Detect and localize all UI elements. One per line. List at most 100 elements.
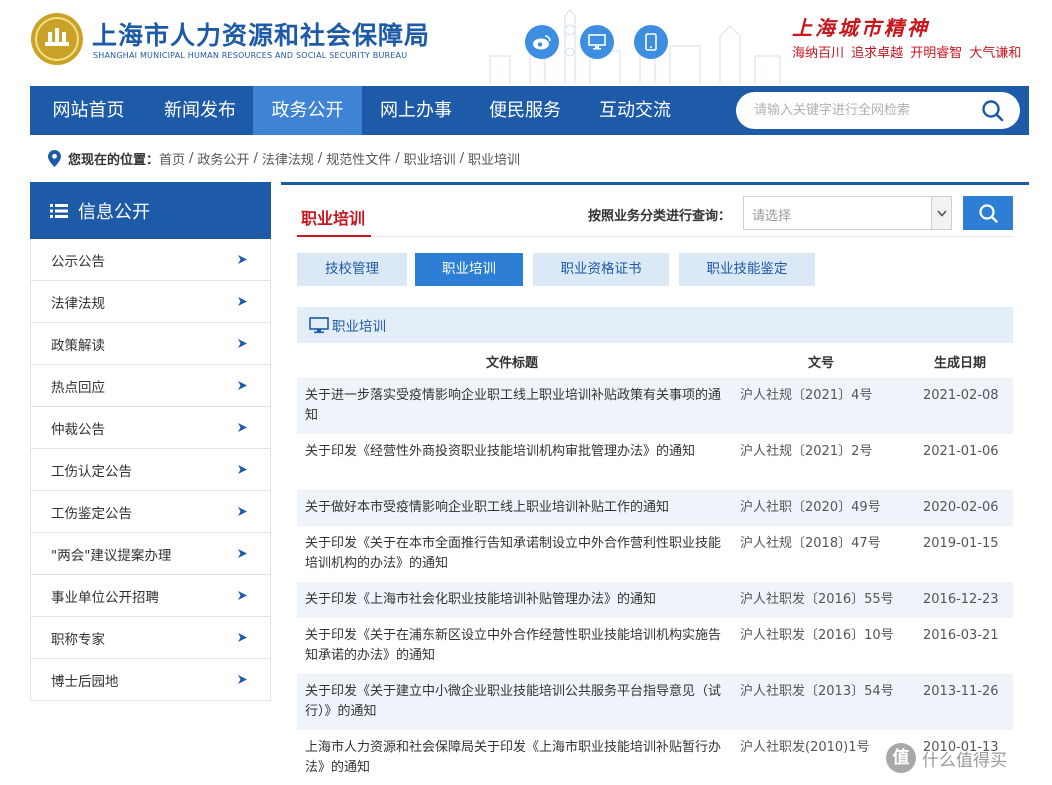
tab-school-management[interactable]: 技校管理: [297, 253, 407, 286]
sidebar-header: 信息公开: [30, 182, 271, 239]
sidebar-item-title-experts[interactable]: 职称专家: [30, 617, 271, 659]
document-date: 2016-12-23: [923, 592, 999, 607]
monitor-icon: [309, 316, 329, 333]
tab-skill-appraisal[interactable]: 职业技能鉴定: [679, 253, 815, 286]
sidebar-item-label: 工伤认定公告: [51, 463, 132, 480]
sidebar-item-hot-responses[interactable]: 热点回应: [30, 365, 271, 407]
document-date: 2020-02-06: [923, 500, 999, 515]
document-date: 2016-03-21: [923, 628, 999, 643]
breadcrumb-vocational-training[interactable]: 职业培训: [404, 149, 456, 168]
sidebar-item-label: 法律法规: [51, 295, 105, 312]
sidebar-item-label: 公示公告: [51, 253, 105, 270]
table-row[interactable]: 关于印发《关于在本市全面推行告知承诺制设立中外合作营利性职业技能培训机构的办法》…: [297, 526, 1013, 582]
location-pin-icon: [48, 149, 61, 167]
arrow-right-icon: [238, 633, 247, 642]
breadcrumb-normative-docs[interactable]: 规范性文件: [326, 149, 391, 168]
sidebar-item-injury-recognition[interactable]: 工伤认定公告: [30, 449, 271, 491]
sidebar: 信息公开 公示公告 法律法规 政策解读 热点回应 仲裁公告 工伤认定公告 工伤鉴…: [30, 182, 271, 701]
table-row[interactable]: 关于做好本市受疫情影响企业职工线上职业培训补贴工作的通知 沪人社职〔2020〕4…: [297, 490, 1013, 526]
main-content: 职业培训 按照业务分类进行查询： 请选择 技校管理 职业培训 职业资格证书 职业…: [281, 182, 1029, 785]
filter-search-button[interactable]: [963, 196, 1013, 230]
column-header-number: 文号: [808, 356, 835, 371]
site-title[interactable]: 上海市人力资源和社会保障局: [92, 16, 430, 52]
search-input[interactable]: [754, 100, 974, 121]
sidebar-item-label: 博士后园地: [51, 673, 119, 690]
section-header: 职业培训: [297, 307, 1013, 343]
sidebar-item-recruitment[interactable]: 事业单位公开招聘: [30, 575, 271, 617]
sidebar-item-two-sessions[interactable]: "两会"建议提案办理: [30, 533, 271, 575]
site-title-en: SHANGHAI MUNICIPAL HUMAN RESOURCES AND S…: [93, 51, 408, 60]
table-row[interactable]: 关于印发《关于建立中小微企业职业技能培训公共服务平台指导意见（试行）》的通知 沪…: [297, 674, 1013, 730]
document-title-link[interactable]: 关于印发《关于在浦东新区设立中外合作经营性职业技能培训机构实施告知承诺的办法》的…: [305, 626, 723, 666]
sidebar-item-arbitration[interactable]: 仲裁公告: [30, 407, 271, 449]
nav-interaction[interactable]: 互动交流: [580, 86, 690, 135]
sidebar-item-laws[interactable]: 法律法规: [30, 281, 271, 323]
breadcrumb-government-affairs[interactable]: 政务公开: [197, 149, 249, 168]
sidebar-item-label: 热点回应: [51, 379, 105, 396]
column-header-title: 文件标题: [486, 356, 539, 371]
weibo-icon[interactable]: [525, 25, 559, 59]
category-select[interactable]: 请选择: [743, 196, 952, 230]
chevron-down-icon[interactable]: [931, 197, 951, 229]
document-date: 2021-01-06: [923, 444, 999, 459]
breadcrumb-laws[interactable]: 法律法规: [262, 149, 314, 168]
arrow-right-icon: [238, 423, 247, 432]
document-number: 沪人社职〔2020〕49号: [740, 500, 881, 515]
arrow-right-icon: [238, 339, 247, 348]
document-title-link[interactable]: 上海市人力资源和社会保障局关于印发《上海市职业技能培训补贴暂行办法》的通知: [305, 738, 723, 778]
title-underline: [297, 235, 371, 237]
tab-vocational-training[interactable]: 职业培训: [415, 253, 523, 286]
nav-news[interactable]: 新闻发布: [147, 86, 253, 135]
nav-online-services[interactable]: 网上办事: [362, 86, 470, 135]
slogan-title: 上海城市精神: [792, 16, 930, 40]
sidebar-item-label: 政策解读: [51, 337, 105, 354]
site-search: [736, 92, 1020, 129]
document-title-link[interactable]: 关于做好本市受疫情影响企业职工线上职业培训补贴工作的通知: [305, 498, 723, 518]
breadcrumb-label: 您现在的位置：: [68, 152, 160, 168]
sidebar-item-policy-interpretation[interactable]: 政策解读: [30, 323, 271, 365]
document-title-link[interactable]: 关于印发《经营性外商投资职业技能培训机构审批管理办法》的通知: [305, 442, 723, 462]
page-title: 职业培训: [301, 209, 366, 228]
sidebar-item-label: 工伤鉴定公告: [51, 505, 132, 522]
sidebar-item-postdoc[interactable]: 博士后园地: [30, 659, 271, 701]
breadcrumb: 您现在的位置： 首页 / 政务公开 / 法律法规 / 规范性文件 / 职业培训 / 职业培…: [48, 148, 520, 168]
category-select-value: 请选择: [752, 209, 792, 224]
nav-home[interactable]: 网站首页: [30, 86, 147, 135]
menu-list-icon: [50, 203, 68, 218]
document-number: 沪人社规〔2021〕4号: [740, 388, 873, 403]
document-title-link[interactable]: 关于印发《上海市社会化职业技能培训补贴管理办法》的通知: [305, 590, 723, 610]
arrow-right-icon: [238, 255, 247, 264]
search-icon[interactable]: [980, 98, 1006, 124]
table-row[interactable]: 关于印发《关于在浦东新区设立中外合作经营性职业技能培训机构实施告知承诺的办法》的…: [297, 618, 1013, 674]
arrow-right-icon: [238, 675, 247, 684]
table-row[interactable]: 关于印发《上海市社会化职业技能培训补贴管理办法》的通知 沪人社职发〔2016〕5…: [297, 582, 1013, 618]
document-number: 沪人社职发〔2016〕10号: [740, 628, 894, 643]
breadcrumb-current[interactable]: 职业培训: [468, 149, 520, 168]
watermark-text: 什么值得买: [922, 751, 1007, 771]
sidebar-item-announcements[interactable]: 公示公告: [30, 239, 271, 281]
breadcrumb-home[interactable]: 首页: [159, 149, 185, 168]
nav-public-services[interactable]: 便民服务: [470, 86, 580, 135]
watermark-badge: 值: [886, 743, 916, 773]
document-title-link[interactable]: 关于印发《关于建立中小微企业职业技能培训公共服务平台指导意见（试行）》的通知: [305, 682, 723, 722]
table-row[interactable]: 关于印发《经营性外商投资职业技能培训机构审批管理办法》的通知 沪人社规〔2021…: [297, 434, 1013, 490]
mobile-icon[interactable]: [634, 25, 668, 59]
sidebar-item-injury-appraisal[interactable]: 工伤鉴定公告: [30, 491, 271, 533]
document-title-link[interactable]: 关于进一步落实受疫情影响企业职工线上职业培训补贴政策有关事项的通知: [305, 386, 723, 426]
slogan-subtitle: 海纳百川 追求卓越 开明睿智 大气谦和: [792, 46, 1022, 61]
sidebar-item-label: "两会"建议提案办理: [51, 547, 172, 564]
nav-government-affairs[interactable]: 政务公开: [253, 86, 362, 135]
desktop-icon[interactable]: [580, 25, 614, 59]
sidebar-item-label: 仲裁公告: [51, 421, 105, 438]
document-number: 沪人社职发(2010)1号: [740, 740, 870, 755]
document-number: 沪人社规〔2018〕47号: [740, 536, 881, 551]
table-row[interactable]: 关于进一步落实受疫情影响企业职工线上职业培训补贴政策有关事项的通知 沪人社规〔2…: [297, 378, 1013, 434]
bureau-logo[interactable]: [30, 12, 84, 66]
main-nav: 网站首页 新闻发布 政务公开 网上办事 便民服务 互动交流: [30, 86, 1029, 135]
tab-qualification-certificates[interactable]: 职业资格证书: [533, 253, 669, 286]
document-title-link[interactable]: 关于印发《关于在本市全面推行告知承诺制设立中外合作营利性职业技能培训机构的办法》…: [305, 534, 723, 574]
arrow-right-icon: [238, 381, 247, 390]
document-date: 2013-11-26: [923, 684, 999, 699]
watermark: 值 什么值得买: [886, 743, 1046, 777]
document-number: 沪人社职发〔2016〕55号: [740, 592, 894, 607]
